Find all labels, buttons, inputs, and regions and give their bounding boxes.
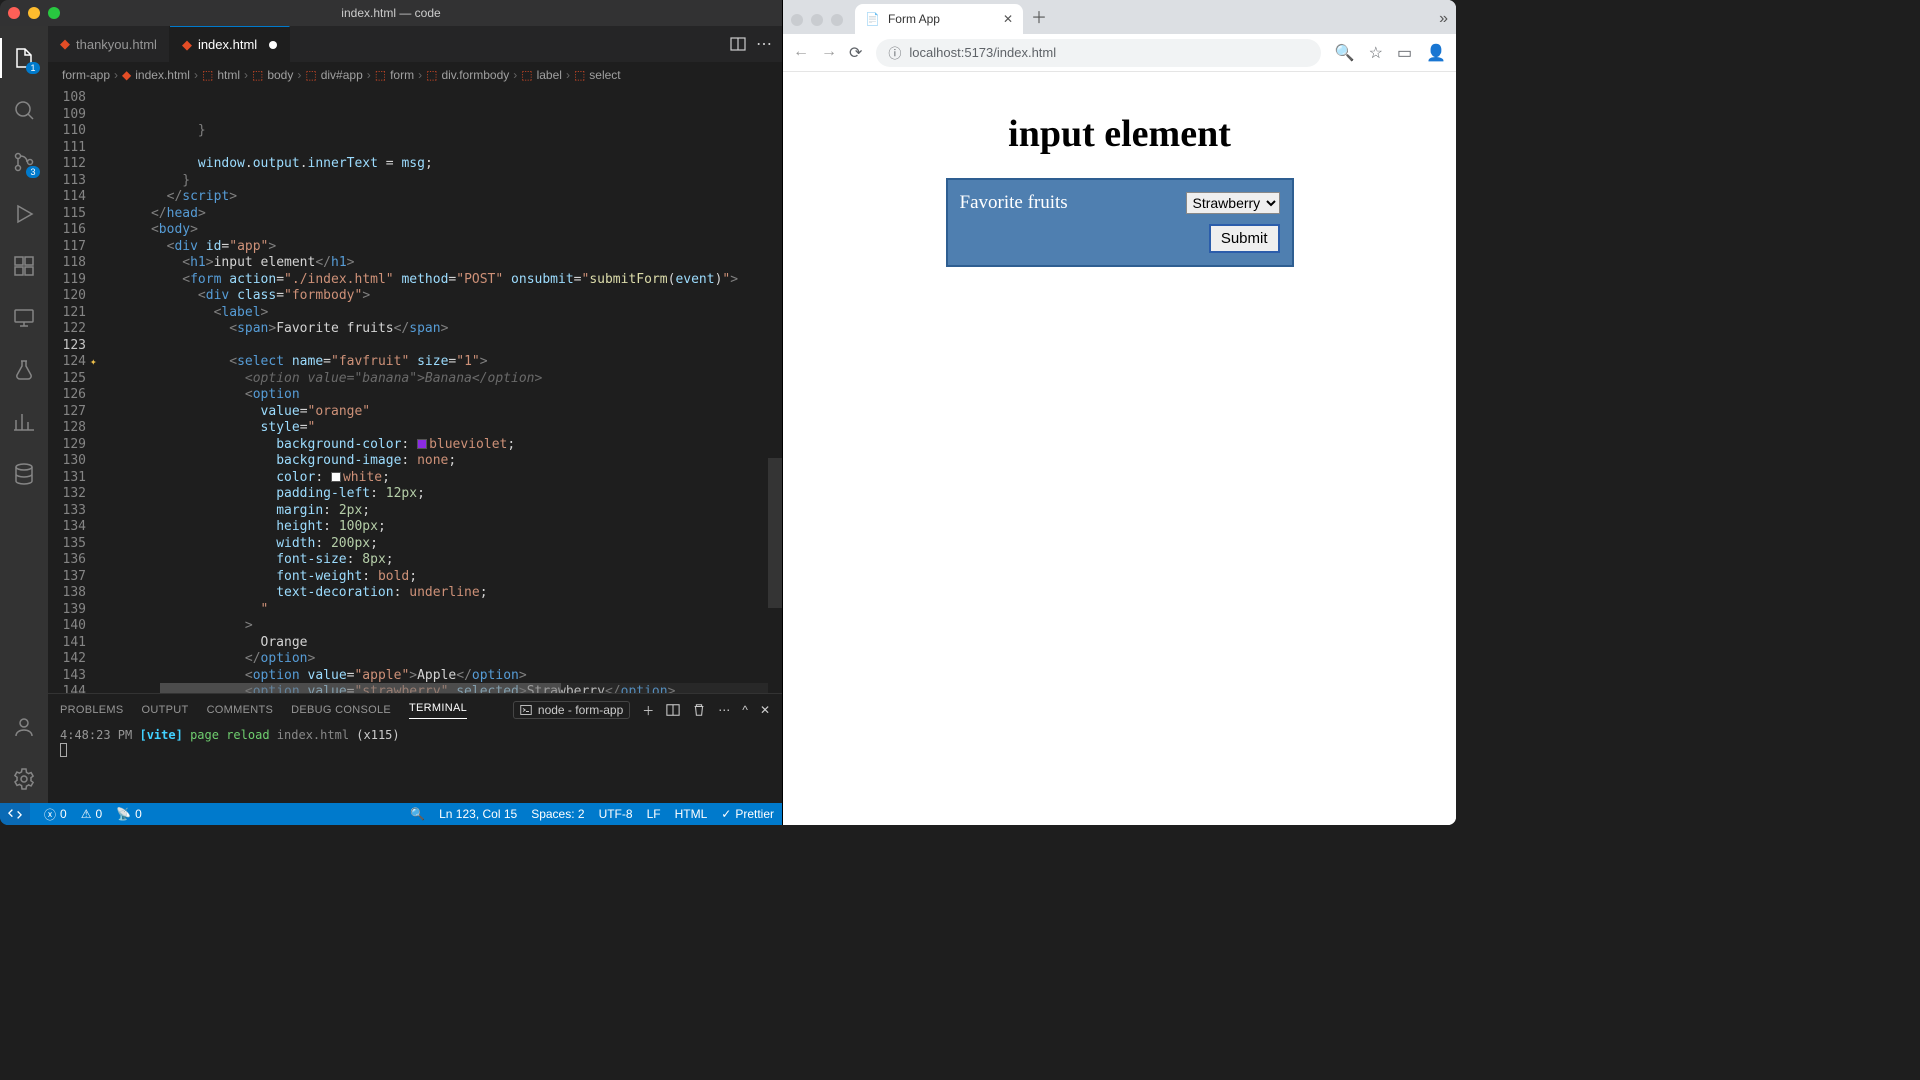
- minimap-slider[interactable]: [768, 458, 782, 608]
- zoom-icon[interactable]: 🔍: [1335, 43, 1355, 63]
- editor-tabs: ◆ thankyou.html ◆ index.html ⋯: [48, 26, 782, 62]
- maximize-panel-icon[interactable]: ^: [742, 703, 748, 717]
- accounts-icon[interactable]: [0, 703, 48, 751]
- more-terminal-icon[interactable]: ⋯: [718, 703, 730, 717]
- favicon-icon: 📄: [865, 12, 880, 26]
- minimize-window-icon[interactable]: [28, 7, 40, 19]
- form-label: Favorite fruits: [960, 192, 1068, 214]
- titlebar: index.html — code: [0, 0, 782, 26]
- remote-explorer-icon[interactable]: [0, 294, 48, 342]
- status-bar: ⓧ 0 ⚠ 0 📡 0 🔍 Ln 123, Col 15 Spaces: 2 U…: [0, 803, 782, 825]
- minimize-window-icon[interactable]: [811, 14, 823, 26]
- back-icon[interactable]: ←: [793, 43, 809, 63]
- panel-tab-output[interactable]: OUTPUT: [142, 704, 189, 716]
- extensions-icon[interactable]: [0, 242, 48, 290]
- kill-terminal-icon[interactable]: [692, 703, 706, 717]
- remote-indicator-icon[interactable]: [0, 803, 30, 825]
- page-content: input element Favorite fruits Strawberry…: [783, 72, 1456, 825]
- bottom-panel: PROBLEMS OUTPUT COMMENTS DEBUG CONSOLE T…: [48, 693, 782, 803]
- terminal-cursor-icon: [60, 743, 67, 757]
- window-title: index.html — code: [341, 6, 440, 20]
- database-icon[interactable]: [0, 450, 48, 498]
- activity-bar: 1 3: [0, 26, 48, 803]
- reading-list-icon[interactable]: ▭: [1397, 43, 1412, 63]
- horizontal-scrollbar[interactable]: [160, 683, 768, 693]
- explorer-icon[interactable]: 1: [0, 34, 48, 82]
- cursor-position[interactable]: Ln 123, Col 15: [439, 807, 517, 821]
- prettier-status[interactable]: ✓ Prettier: [721, 807, 774, 821]
- graph-icon[interactable]: [0, 398, 48, 446]
- browser-window-controls: [791, 14, 843, 34]
- source-control-icon[interactable]: 3: [0, 138, 48, 186]
- submit-button[interactable]: Submit: [1209, 224, 1280, 253]
- settings-icon[interactable]: [0, 755, 48, 803]
- indent-status[interactable]: Spaces: 2: [531, 807, 584, 821]
- site-info-icon[interactable]: ⓘ: [888, 43, 901, 62]
- eol-status[interactable]: LF: [647, 807, 661, 821]
- testing-icon[interactable]: [0, 346, 48, 394]
- errors-count[interactable]: ⓧ 0: [44, 806, 67, 823]
- panel-tab-debug[interactable]: DEBUG CONSOLE: [291, 704, 391, 716]
- favfruit-select[interactable]: Strawberry: [1186, 192, 1280, 214]
- new-terminal-icon[interactable]: ＋: [642, 702, 654, 719]
- browser-tab-title: Form App: [888, 12, 940, 26]
- close-tab-icon[interactable]: ✕: [1003, 12, 1013, 26]
- html-file-icon: ◆: [182, 37, 192, 53]
- browser-window: 📄 Form App ✕ ＋ » ← → ⟳ ⓘ localhost:5173/…: [782, 0, 1456, 825]
- profile-icon[interactable]: 👤: [1426, 43, 1446, 63]
- form-body: Favorite fruits Strawberry Submit: [946, 178, 1294, 267]
- zoom-window-icon[interactable]: [831, 14, 843, 26]
- panel-tab-problems[interactable]: PROBLEMS: [60, 704, 124, 716]
- new-tab-icon[interactable]: ＋: [1023, 0, 1055, 34]
- encoding-status[interactable]: UTF-8: [599, 807, 633, 821]
- close-window-icon[interactable]: [8, 7, 20, 19]
- forward-icon: →: [821, 43, 837, 63]
- close-panel-icon[interactable]: ✕: [760, 703, 770, 717]
- address-bar[interactable]: ⓘ localhost:5173/index.html: [876, 39, 1320, 67]
- tab-label: thankyou.html: [76, 37, 157, 52]
- url-text: localhost:5173/index.html: [909, 45, 1056, 60]
- tab-index[interactable]: ◆ index.html: [170, 26, 290, 62]
- more-actions-icon[interactable]: ⋯: [756, 34, 772, 54]
- close-window-icon[interactable]: [791, 14, 803, 26]
- search-icon[interactable]: [0, 86, 48, 134]
- html-file-icon: ◆: [60, 36, 70, 52]
- browser-tab[interactable]: 📄 Form App ✕: [855, 4, 1023, 34]
- terminal-profile-select[interactable]: node - form-app: [513, 701, 630, 719]
- vscode-window: index.html — code 1 3: [0, 0, 782, 825]
- search-status-icon[interactable]: 🔍: [410, 807, 425, 821]
- breadcrumb[interactable]: form-app› ◆index.html› ⬚html› ⬚body› ⬚di…: [48, 62, 782, 88]
- split-editor-icon[interactable]: [730, 36, 746, 52]
- explorer-badge: 1: [26, 62, 40, 74]
- window-controls: [8, 7, 60, 19]
- page-heading: input element: [1008, 112, 1231, 156]
- panel-tab-comments[interactable]: COMMENTS: [207, 704, 274, 716]
- tab-overflow-icon[interactable]: »: [1439, 10, 1448, 34]
- language-status[interactable]: HTML: [675, 807, 708, 821]
- tab-label: index.html: [198, 37, 257, 52]
- run-debug-icon[interactable]: [0, 190, 48, 238]
- zoom-window-icon[interactable]: [48, 7, 60, 19]
- scm-badge: 3: [26, 166, 40, 178]
- terminal-body[interactable]: 4:48:23 PM [vite] page reload index.html…: [48, 726, 782, 803]
- code-editor[interactable]: 1081091101111121131141151161171181191201…: [48, 88, 782, 693]
- bookmark-icon[interactable]: ☆: [1369, 43, 1383, 63]
- dirty-indicator-icon: [269, 41, 277, 49]
- ports-count[interactable]: 📡 0: [116, 807, 142, 821]
- split-terminal-icon[interactable]: [666, 703, 680, 717]
- tab-thankyou[interactable]: ◆ thankyou.html: [48, 26, 170, 62]
- warnings-count[interactable]: ⚠ 0: [81, 807, 102, 821]
- browser-toolbar: ← → ⟳ ⓘ localhost:5173/index.html 🔍 ☆ ▭ …: [783, 34, 1456, 72]
- panel-tab-terminal[interactable]: TERMINAL: [409, 702, 467, 719]
- reload-icon[interactable]: ⟳: [849, 43, 862, 63]
- browser-tabstrip: 📄 Form App ✕ ＋ »: [783, 0, 1456, 34]
